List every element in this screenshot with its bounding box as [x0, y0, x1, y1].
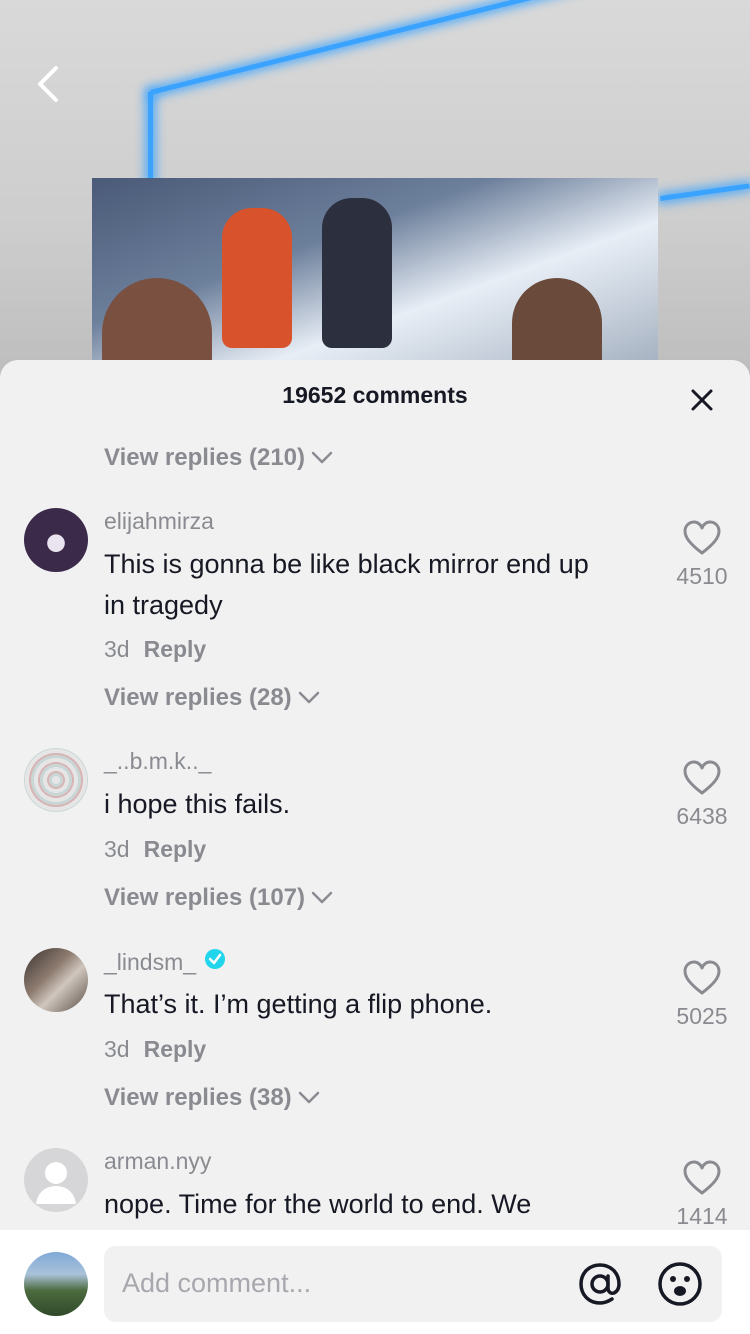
reply-button[interactable]: Reply — [144, 836, 207, 862]
like-button[interactable]: 4510 — [662, 520, 742, 590]
like-button[interactable]: 5025 — [662, 960, 742, 1030]
chevron-down-icon — [311, 444, 333, 472]
chevron-down-icon — [298, 684, 320, 712]
tv-figure-2 — [222, 208, 292, 348]
view-replies-button[interactable]: View replies (38) — [104, 1084, 320, 1112]
comment-username[interactable]: _lindsm_ — [104, 948, 226, 976]
heart-icon — [683, 520, 721, 560]
verified-badge-icon — [204, 948, 226, 976]
username-text: _..b.m.k.._ — [104, 748, 212, 774]
comment-text-line: nope. Time for the world to end. We — [104, 1189, 532, 1219]
like-button[interactable]: 6438 — [662, 760, 742, 830]
tv-screen — [92, 178, 658, 380]
view-replies-label: View replies (28) — [104, 684, 292, 711]
comment-input[interactable]: Add comment... — [104, 1246, 722, 1322]
like-count: 1414 — [676, 1203, 728, 1229]
comment-age: 3d — [104, 1036, 130, 1062]
current-user-avatar — [24, 1252, 88, 1316]
comment-input-placeholder: Add comment... — [122, 1268, 312, 1298]
video-background[interactable] — [0, 0, 750, 380]
like-count: 6438 — [676, 803, 728, 829]
led-strip-top — [150, 0, 750, 95]
comment-meta: 3d Reply — [104, 1036, 206, 1063]
comment-text: That’s it. I’m getting a flip phone. — [104, 984, 644, 1025]
comment-text: nope. Time for the world to end. We — [104, 1184, 644, 1225]
close-icon[interactable] — [686, 384, 718, 416]
chevron-down-icon — [311, 884, 333, 912]
view-replies-button[interactable]: View replies (28) — [104, 684, 320, 712]
comment-username[interactable]: elijahmirza — [104, 508, 214, 535]
emoji-icon[interactable] — [656, 1260, 704, 1308]
username-text: _lindsm_ — [104, 948, 197, 975]
comment-username[interactable]: arman.nyy — [104, 1148, 211, 1175]
comment-username[interactable]: _..b.m.k.._ — [104, 748, 211, 775]
led-strip-right — [660, 183, 750, 201]
comment-meta: 3d Reply — [104, 836, 206, 863]
comment-count-title: 19652 comments — [282, 382, 468, 408]
view-replies-label: View replies (210) — [104, 444, 305, 471]
comment-text-line: This is gonna be like black mirror end u… — [104, 549, 589, 579]
view-replies-label: View replies (107) — [104, 884, 305, 911]
comment-text-line: That’s it. I’m getting a flip phone. — [104, 989, 493, 1019]
username-text: elijahmirza — [104, 508, 214, 534]
default-avatar-icon — [36, 1162, 76, 1204]
back-arrow-icon[interactable] — [30, 62, 70, 106]
heart-icon — [683, 960, 721, 1000]
avatar[interactable] — [24, 508, 88, 572]
comment-text-line: i hope this fails. — [104, 789, 291, 819]
comments-sheet: 19652 comments View replies (210) elijah… — [0, 360, 750, 1334]
like-button[interactable]: 1414 — [662, 1160, 742, 1230]
comment-meta: 3d Reply — [104, 636, 206, 663]
avatar[interactable] — [24, 1148, 88, 1212]
avatar[interactable] — [24, 748, 88, 812]
view-replies-button[interactable]: View replies (210) — [104, 444, 333, 472]
like-count: 5025 — [676, 1003, 728, 1029]
reply-button[interactable]: Reply — [144, 1036, 207, 1062]
comment-age: 3d — [104, 836, 130, 862]
like-count: 4510 — [676, 563, 728, 589]
username-text: arman.nyy — [104, 1148, 212, 1174]
chevron-down-icon — [298, 1084, 320, 1112]
comment-age: 3d — [104, 636, 130, 662]
comment-text-line: in tragedy — [104, 590, 223, 620]
comment-composer: Add comment... — [0, 1230, 750, 1334]
comment-text: This is gonna be like black mirror end u… — [104, 544, 644, 626]
view-replies-label: View replies (38) — [104, 1084, 292, 1111]
heart-icon — [683, 1160, 721, 1200]
reply-button[interactable]: Reply — [144, 636, 207, 662]
tv-figure-3 — [322, 198, 392, 348]
avatar[interactable] — [24, 948, 88, 1012]
led-strip-left — [148, 92, 153, 182]
heart-icon — [683, 760, 721, 800]
mention-icon[interactable] — [576, 1260, 624, 1308]
comment-text: i hope this fails. — [104, 784, 644, 825]
view-replies-button[interactable]: View replies (107) — [104, 884, 333, 912]
